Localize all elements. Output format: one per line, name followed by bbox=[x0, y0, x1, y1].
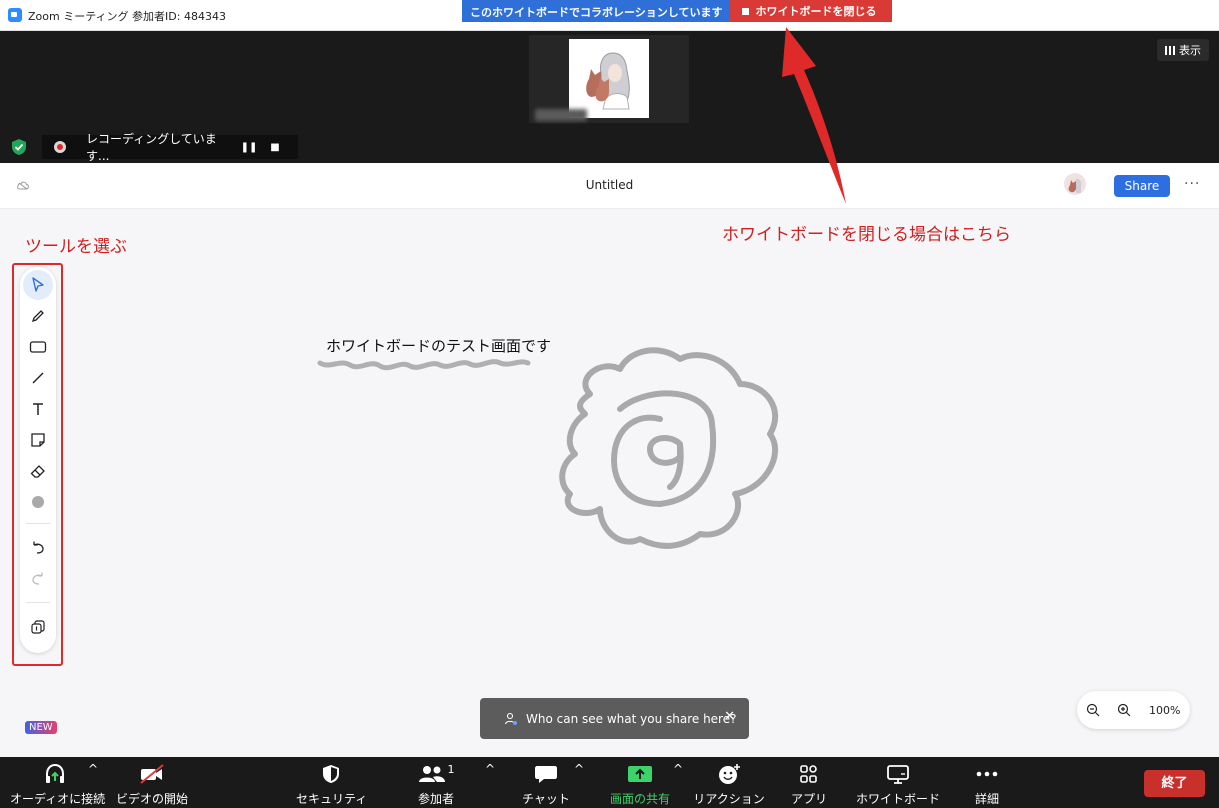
apps-button[interactable]: アプリ bbox=[786, 762, 832, 806]
zoom-app-icon bbox=[8, 8, 22, 22]
avatar-illustration-icon bbox=[586, 52, 630, 110]
security-shield-icon bbox=[323, 765, 339, 783]
whiteboard-icon bbox=[887, 765, 909, 784]
annotation-close-hint: ホワイトボードを閉じる場合はこちら bbox=[722, 225, 1011, 245]
reactions-button[interactable]: リアクション bbox=[692, 762, 766, 806]
more-button[interactable]: 詳細 bbox=[964, 762, 1010, 806]
whiteboard-header: Untitled Share ··· bbox=[0, 163, 1219, 209]
view-button[interactable]: 表示 bbox=[1157, 39, 1209, 61]
redo-icon[interactable] bbox=[23, 564, 53, 594]
participants-label: 参加者 bbox=[417, 792, 454, 806]
text-tool-icon[interactable] bbox=[23, 394, 53, 424]
window-title: Zoom ミーティング 参加者ID: 484343 bbox=[28, 10, 226, 23]
freehand-drawing bbox=[317, 347, 779, 549]
participant-video-tile[interactable] bbox=[529, 35, 689, 123]
end-meeting-button[interactable]: 終了 bbox=[1144, 770, 1205, 797]
close-whiteboard-button[interactable]: ホワイトボードを閉じる bbox=[730, 0, 893, 22]
whiteboard-canvas[interactable]: ツールを選ぶ ホワイトボードを閉じる場合はこちら ホワイトボードのテスト画面です… bbox=[0, 209, 1219, 757]
share-screen-button[interactable]: 画面の共有 bbox=[602, 762, 678, 806]
stop-icon bbox=[742, 7, 750, 15]
reaction-smiley-icon bbox=[719, 764, 740, 784]
gallery-view-icon bbox=[1165, 45, 1175, 55]
share-button[interactable]: Share bbox=[1114, 175, 1170, 197]
share-screen-label: 画面の共有 bbox=[609, 792, 670, 806]
participants-button[interactable]: 1 参加者 bbox=[402, 762, 470, 807]
zoom-in-icon[interactable] bbox=[1108, 691, 1139, 729]
eraser-tool-icon[interactable] bbox=[23, 456, 53, 486]
close-whiteboard-label: ホワイトボードを閉じる bbox=[755, 5, 877, 18]
pause-recording-icon[interactable]: ❚❚ bbox=[236, 142, 262, 153]
encryption-shield-icon[interactable] bbox=[11, 138, 27, 156]
reactions-label: リアクション bbox=[693, 792, 765, 806]
participants-icon bbox=[418, 766, 445, 782]
audio-label: オーディオに接続 bbox=[10, 792, 106, 806]
canvas-text-element[interactable]: ホワイトボードのテスト画面です bbox=[326, 335, 551, 356]
security-label: セキュリティ bbox=[296, 792, 368, 806]
more-dots-icon bbox=[976, 771, 998, 777]
whiteboard-title[interactable]: Untitled bbox=[0, 178, 1219, 192]
share-visibility-toast[interactable]: Who can see what you share here? ✕ bbox=[480, 698, 749, 739]
toolbar-divider bbox=[26, 602, 50, 603]
people-visibility-icon bbox=[504, 712, 517, 725]
sticky-note-tool-icon[interactable] bbox=[23, 425, 53, 455]
collab-info-label: このホワイトボードでコラボレーションしています bbox=[462, 0, 731, 22]
share-screen-icon bbox=[628, 766, 652, 782]
headphones-icon bbox=[46, 763, 64, 783]
select-tool-icon[interactable] bbox=[23, 270, 53, 300]
chat-label: チャット bbox=[522, 792, 570, 806]
zoom-controls: 100% bbox=[1077, 691, 1190, 729]
apps-label: アプリ bbox=[790, 792, 827, 806]
close-icon[interactable]: ✕ bbox=[724, 709, 735, 724]
toast-message: Who can see what you share here? bbox=[526, 711, 737, 726]
rectangle-tool-icon[interactable] bbox=[23, 332, 53, 362]
collaborator-avatar[interactable] bbox=[1064, 173, 1086, 195]
chat-bubble-icon bbox=[535, 766, 557, 783]
meeting-video-area: 表示 レコーディングしています... ❚❚ ■ bbox=[0, 31, 1219, 163]
annotation-tools-hint: ツールを選ぶ bbox=[25, 237, 127, 257]
start-video-button[interactable]: ビデオの開始 bbox=[112, 762, 192, 806]
chat-button[interactable]: チャット bbox=[516, 762, 576, 806]
chat-options-chevron-icon[interactable]: ^ bbox=[574, 762, 584, 806]
connect-audio-button[interactable]: オーディオに接続 bbox=[10, 762, 106, 806]
video-off-icon bbox=[140, 764, 164, 784]
participant-avatar bbox=[569, 39, 649, 118]
line-tool-icon[interactable] bbox=[23, 363, 53, 393]
participants-count: 1 bbox=[447, 762, 455, 776]
recording-bar: レコーディングしています... ❚❚ ■ bbox=[42, 132, 298, 163]
recording-status: レコーディングしています... bbox=[86, 132, 217, 163]
meeting-controls-bar: オーディオに接続 ^ ビデオの開始 セキュリティ 1 参加者 ^ チャット ^ … bbox=[0, 757, 1219, 808]
view-label: 表示 bbox=[1179, 44, 1201, 57]
collaborator-avatar-icon bbox=[1068, 178, 1082, 193]
recording-indicator-icon bbox=[54, 141, 66, 153]
share-options-chevron-icon[interactable]: ^ bbox=[673, 762, 683, 806]
whiteboard-button[interactable]: ホワイトボード bbox=[856, 762, 940, 806]
whiteboard-banner: このホワイトボードでコラボレーションしています ホワイトボードを閉じる bbox=[462, 0, 893, 22]
more-label: 詳細 bbox=[974, 792, 999, 806]
pen-tool-icon[interactable] bbox=[23, 301, 53, 331]
participants-options-chevron-icon[interactable]: ^ bbox=[485, 762, 495, 806]
zoom-window: Zoom ミーティング 参加者ID: 484343 このホワイトボードでコラボレ… bbox=[0, 0, 1219, 808]
participant-name-blurred bbox=[535, 109, 587, 121]
templates-icon[interactable] bbox=[23, 612, 53, 642]
apps-grid-icon bbox=[800, 765, 817, 783]
zoom-out-icon[interactable] bbox=[1077, 691, 1108, 729]
video-label: ビデオの開始 bbox=[115, 792, 188, 806]
color-picker-icon[interactable] bbox=[23, 487, 53, 517]
stop-recording-icon[interactable]: ■ bbox=[262, 142, 288, 153]
more-options-icon[interactable]: ··· bbox=[1184, 176, 1200, 192]
toolbar-divider bbox=[26, 523, 50, 524]
security-button[interactable]: セキュリティ bbox=[296, 762, 368, 806]
undo-icon[interactable] bbox=[23, 533, 53, 563]
whiteboard-label: ホワイトボード bbox=[856, 792, 941, 806]
new-badge: NEW bbox=[25, 721, 57, 734]
whiteboard-toolbar bbox=[20, 267, 56, 653]
audio-options-chevron-icon[interactable]: ^ bbox=[88, 762, 98, 806]
zoom-level[interactable]: 100% bbox=[1149, 704, 1180, 717]
